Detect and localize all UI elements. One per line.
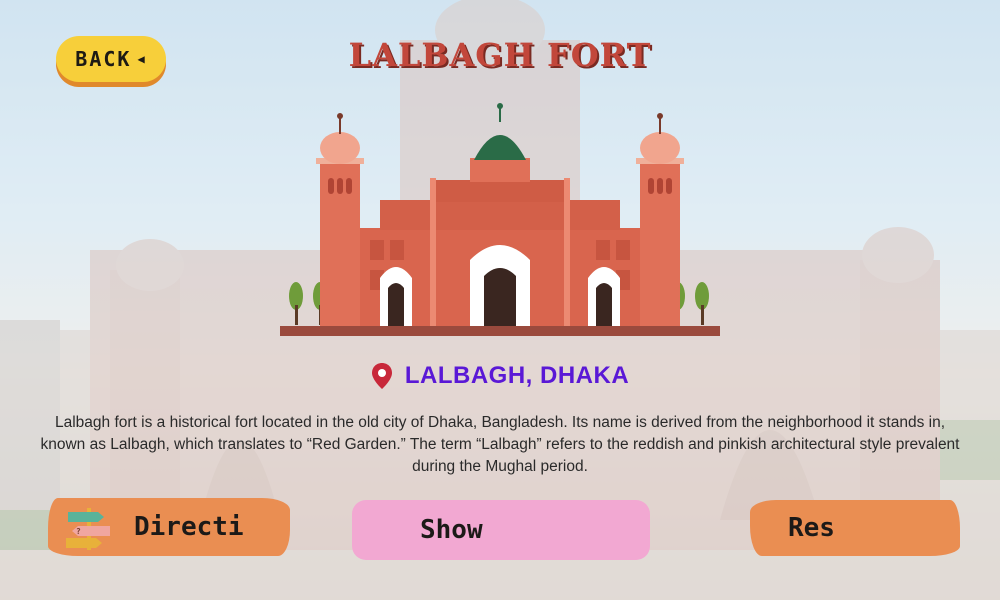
map-pin-icon <box>371 363 392 389</box>
back-button[interactable]: BACK ◀ <box>56 36 166 82</box>
back-arrow-icon: ◀ <box>137 52 147 66</box>
res-button[interactable]: Res <box>750 500 960 556</box>
location-row: LALBAGH, DHAKA <box>360 362 640 390</box>
lalbagh-fort-screen: BACK ◀ LALBAGH FORT LALBAGH, DHAKA Lalba… <box>0 0 1000 600</box>
svg-text:?: ? <box>76 527 81 536</box>
fort-description: Lalbagh fort is a historical fort locate… <box>40 414 960 475</box>
page-title: LALBAGH FORT <box>348 36 652 74</box>
location-text: LALBAGH, DHAKA <box>404 362 630 389</box>
directions-button[interactable]: ? Directi <box>48 498 290 556</box>
fort-illustration <box>280 103 720 336</box>
back-button-label: BACK <box>75 47 132 71</box>
res-button-label: Res <box>788 513 835 543</box>
show-button-label: Show <box>420 515 483 545</box>
signpost-icon: ? <box>66 508 110 550</box>
show-button[interactable]: Show <box>352 500 650 560</box>
directions-button-label: Directi <box>134 512 244 542</box>
